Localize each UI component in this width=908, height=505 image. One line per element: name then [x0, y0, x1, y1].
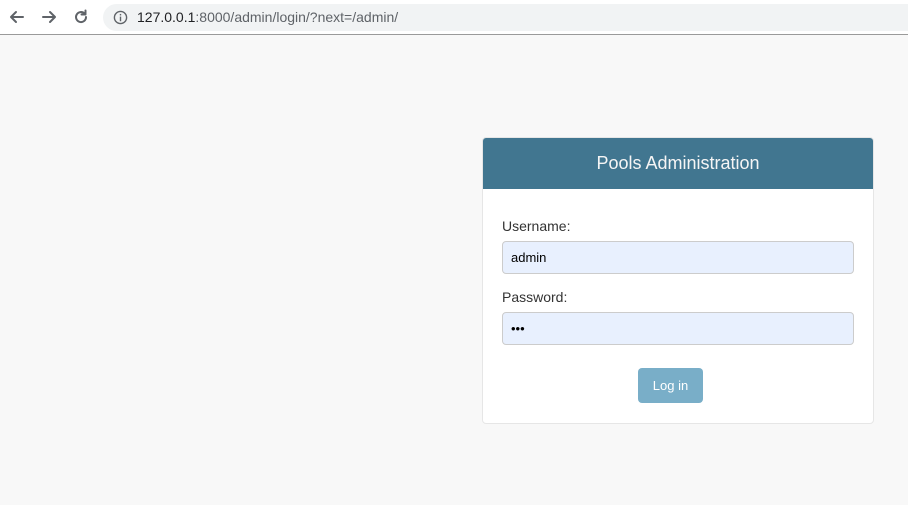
browser-toolbar: 127.0.0.1:8000/admin/login/?next=/admin/ [0, 0, 908, 35]
password-input[interactable] [502, 312, 854, 345]
url-path: :8000/admin/login/?next=/admin/ [195, 9, 399, 25]
arrow-left-icon [10, 11, 24, 23]
back-button[interactable] [7, 7, 27, 27]
username-input[interactable] [502, 241, 854, 274]
login-button[interactable]: Log in [638, 368, 703, 403]
login-header: Pools Administration [483, 138, 873, 189]
url-host: 127.0.0.1 [137, 9, 196, 25]
password-label: Password: [502, 289, 568, 305]
forward-button[interactable] [39, 7, 59, 27]
arrow-right-icon [42, 11, 56, 23]
username-label: Username: [502, 218, 571, 234]
info-icon[interactable] [113, 10, 128, 25]
login-form-card: Pools Administration Username: Password:… [482, 137, 874, 424]
address-bar[interactable]: 127.0.0.1:8000/admin/login/?next=/admin/ [103, 4, 908, 31]
reload-icon [75, 9, 88, 24]
url-text: 127.0.0.1:8000/admin/login/?next=/admin/ [137, 9, 398, 26]
site-title: Pools Administration [596, 153, 760, 173]
reload-button[interactable] [71, 7, 91, 27]
